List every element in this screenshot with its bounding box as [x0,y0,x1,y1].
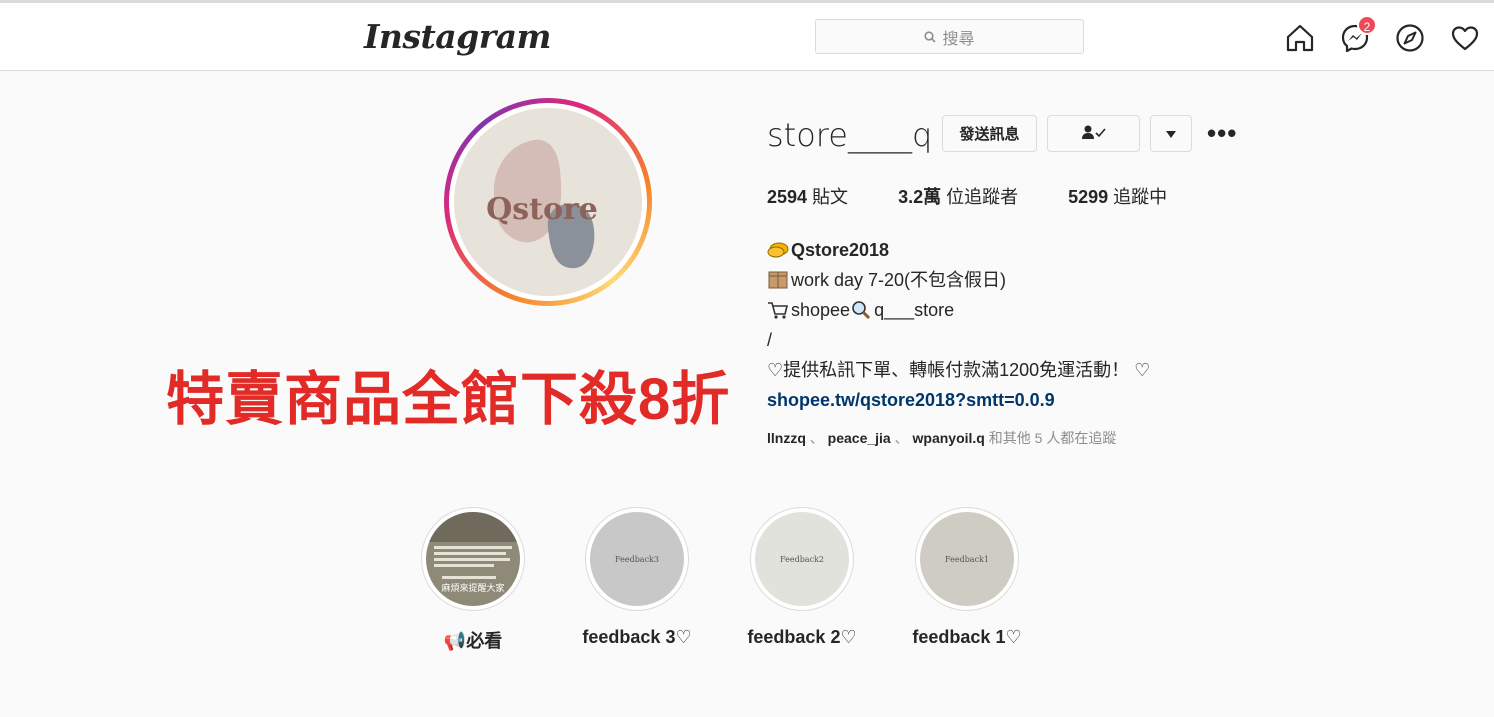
instagram-logo[interactable]: Instagram [364,17,551,56]
package-icon [767,269,789,289]
more-options-icon[interactable]: ••• [1207,120,1237,146]
bio-shop-link[interactable]: shopee.tw/qstore2018?smtt=0.0.9 [767,390,1055,410]
avatar-brand-text: Qstore [486,192,598,227]
bio-separator: / [767,330,773,350]
search-placeholder: 搜尋 [942,30,975,48]
highlight-must-see[interactable]: 麻煩來提醒大家 📢必看 [421,507,525,651]
posts-count[interactable]: 2594 貼文 [767,183,848,209]
highlight-cover: Feedback2 [755,512,849,606]
highlight-feedback-2[interactable]: Feedback2 feedback 2♡ [747,507,857,647]
highlight-label: feedback 2♡ [747,627,857,647]
search-icon [924,30,937,43]
follower-wpanyoil-q[interactable]: wpanyoil.q [913,430,985,446]
followers-count[interactable]: 3.2萬 位追蹤者 [898,183,1018,209]
magnifier-icon [850,299,872,320]
caret-down-icon [1166,125,1176,142]
activity-heart-icon[interactable] [1449,22,1481,54]
suggested-accounts-dropdown-button[interactable] [1150,115,1192,152]
highlight-cover: Feedback3 [590,512,684,606]
following-count[interactable]: 5299 追蹤中 [1068,183,1167,209]
send-message-button[interactable]: 發送訊息 [942,115,1037,152]
promo-banner-text: 特賣商品全館下殺8折 [166,367,731,432]
person-check-icon [1081,124,1107,144]
profile-stats: 2594 貼文 3.2萬 位追蹤者 5299 追蹤中 [767,183,1217,209]
profile-avatar: Qstore [454,108,642,296]
bio-work-hours: work day 7-20(不包含假日) [791,270,1007,290]
home-icon[interactable] [1284,22,1316,54]
profile-avatar-story-ring[interactable]: Qstore [444,98,652,306]
highlight-feedback-3[interactable]: Feedback3 feedback 3♡ [582,507,692,647]
highlight-cover-caption: 麻煩來提醒大家 [441,584,505,594]
bio-promo-line: ♡提供私訊下單、轉帳付款滿1200免運活動！ ♡ [767,360,1151,380]
coins-icon [767,239,789,259]
top-nav-bar: Instagram 搜尋 2 [0,3,1494,71]
profile-bio: Qstore2018 work day 7-20(不包含假日) shopee q_… [767,235,1150,415]
profile-username: store____q [767,116,933,154]
highlight-label: feedback 3♡ [582,627,692,647]
highlight-cover: 麻煩來提醒大家 [426,512,520,606]
search-input[interactable]: 搜尋 [815,19,1084,54]
following-button[interactable] [1047,115,1140,152]
bio-shopee-label: shopee [791,300,851,320]
highlight-label: feedback 1♡ [912,627,1022,647]
direct-messages-icon[interactable]: 2 [1339,15,1377,54]
bio-shopee-store: q___store [874,300,955,320]
bio-display-name: Qstore2018 [791,240,890,260]
highlight-cover: Feedback1 [920,512,1014,606]
messages-badge: 2 [1357,15,1377,35]
explore-compass-icon[interactable] [1394,22,1426,54]
follower-peace-jia[interactable]: peace_jia [828,430,891,446]
shopping-cart-icon [767,299,789,319]
highlight-feedback-1[interactable]: Feedback1 feedback 1♡ [912,507,1022,647]
follower-llnzzq[interactable]: llnzzq [767,430,806,446]
followed-by-text[interactable]: llnzzq 、 peace_jia 、 wpanyoil.q 和其他 5 人都… [767,428,1116,448]
highlight-label: 📢必看 [443,631,503,651]
